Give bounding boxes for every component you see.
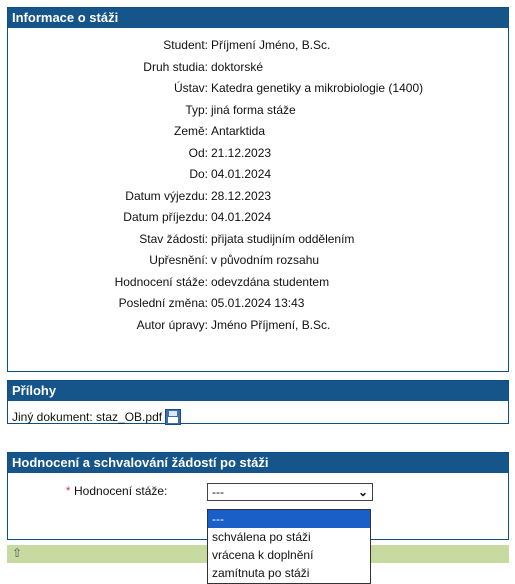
info-row-label: Druh studia: bbox=[143, 59, 208, 74]
info-row-label: Hodnocení stáže: bbox=[114, 274, 208, 289]
info-row: Země: Antarktida bbox=[8, 121, 423, 143]
info-row-label: Datum příjezdu: bbox=[123, 210, 208, 224]
info-row-value: jiná forma stáže bbox=[211, 102, 296, 117]
info-row: Autor úpravy: Jméno Příjmení, B.Sc. bbox=[8, 315, 423, 337]
info-row: Druh studia: doktorské bbox=[8, 57, 423, 79]
attachments-panel-title: Přílohy bbox=[8, 381, 508, 401]
dropdown-option[interactable]: --- bbox=[208, 510, 370, 528]
info-row-label: Země: bbox=[173, 124, 208, 138]
info-row: Do: 04.01.2024 bbox=[8, 164, 423, 186]
info-row: Hodnocení stáže: odevzdána studentem bbox=[8, 272, 423, 294]
chevron-down-icon: ⌄ bbox=[357, 485, 368, 499]
page: Informace o stáži Student: Příjmení Jméno… bbox=[0, 0, 515, 584]
info-row-label: Do: bbox=[189, 167, 208, 181]
info-row-label: Od: bbox=[188, 145, 208, 160]
attachment-row: Jiný dokument: staz_OB.pdf bbox=[8, 401, 508, 425]
info-row-label: Typ: bbox=[185, 102, 208, 117]
floppy-disk-icon[interactable] bbox=[165, 409, 182, 425]
info-row-value: 05.01.2024 13:43 bbox=[211, 296, 305, 310]
info-table: Student: Příjmení Jméno, B.Sc. Druh studia… bbox=[8, 35, 424, 337]
info-row: Datum výjezdu: 28.12.2023 bbox=[8, 186, 423, 208]
info-row-value: 04.01.2024 bbox=[211, 210, 272, 224]
info-panel-title: Informace o stáži bbox=[8, 8, 508, 28]
evaluation-select[interactable]: --- ⌄ bbox=[207, 483, 373, 501]
info-row-label: Poslední změna: bbox=[118, 296, 208, 310]
info-row-value: doktorské bbox=[211, 59, 264, 74]
dropdown-option[interactable]: vrácena k doplnění bbox=[208, 546, 370, 564]
info-row: Upřesnění: v původním rozsahu bbox=[8, 250, 423, 272]
arrow-up-icon[interactable]: ⇧ bbox=[12, 546, 22, 560]
info-row: Stav žádosti: přijata studijním oddělením bbox=[8, 229, 423, 251]
info-row-label: Datum výjezdu: bbox=[125, 188, 208, 203]
dropdown-option[interactable]: schválena po stáži bbox=[208, 528, 370, 546]
info-row-value: 21.12.2023 bbox=[211, 145, 272, 160]
evaluation-dropdown-list: --- schválena po stáži vrácena k doplnění z… bbox=[207, 509, 371, 584]
evaluation-panel-title: Hodnocení a schvalování žádostí po stáži bbox=[8, 453, 508, 473]
info-row-value: v původním rozsahu bbox=[211, 253, 320, 267]
info-row-label: Student: bbox=[163, 38, 208, 52]
info-row-label: Upřesnění: bbox=[149, 253, 208, 267]
attachments-panel: Přílohy Jiný dokument: staz_OB.pdf bbox=[7, 380, 509, 425]
info-row-value: přijata studijním oddělením bbox=[211, 231, 355, 246]
info-row-value: Jméno Příjmení, B.Sc. bbox=[211, 317, 331, 332]
info-row-value: Antarktida bbox=[211, 124, 266, 138]
info-row-label: Autor úpravy: bbox=[136, 317, 208, 332]
info-row: Student: Příjmení Jméno, B.Sc. bbox=[8, 35, 423, 57]
info-row-value: 28.12.2023 bbox=[211, 188, 272, 203]
evaluation-form-row: * Hodnocení stáže: --- ⌄ bbox=[8, 481, 508, 505]
info-row: Poslední změna: 05.01.2024 13:43 bbox=[8, 293, 423, 315]
info-row-value: odevzdána studentem bbox=[211, 274, 330, 289]
info-row-label: Ústav: bbox=[173, 81, 208, 95]
info-row: Ústav: Katedra genetiky a mikrobiologie (… bbox=[8, 78, 423, 100]
evaluation-select-value: --- bbox=[212, 485, 224, 499]
attachment-link[interactable]: Jiný dokument: staz_OB.pdf bbox=[12, 410, 162, 424]
info-row: Typ: jiná forma stáže bbox=[8, 100, 423, 122]
info-row: Od: 21.12.2023 bbox=[8, 143, 423, 165]
info-panel: Informace o stáži Student: Příjmení Jméno… bbox=[7, 7, 509, 372]
info-row-value: Příjmení Jméno, B.Sc. bbox=[211, 38, 331, 52]
info-row-value: Katedra genetiky a mikrobiologie (1400) bbox=[211, 81, 424, 95]
info-row: Datum příjezdu: 04.01.2024 bbox=[8, 207, 423, 229]
required-marker: * bbox=[66, 485, 71, 497]
info-row-value: 04.01.2024 bbox=[211, 167, 272, 181]
info-row-label: Stav žádosti: bbox=[139, 231, 208, 246]
evaluation-field-label: Hodnocení stáže: bbox=[74, 484, 168, 498]
dropdown-option[interactable]: zamítnuta po stáži bbox=[208, 564, 370, 582]
